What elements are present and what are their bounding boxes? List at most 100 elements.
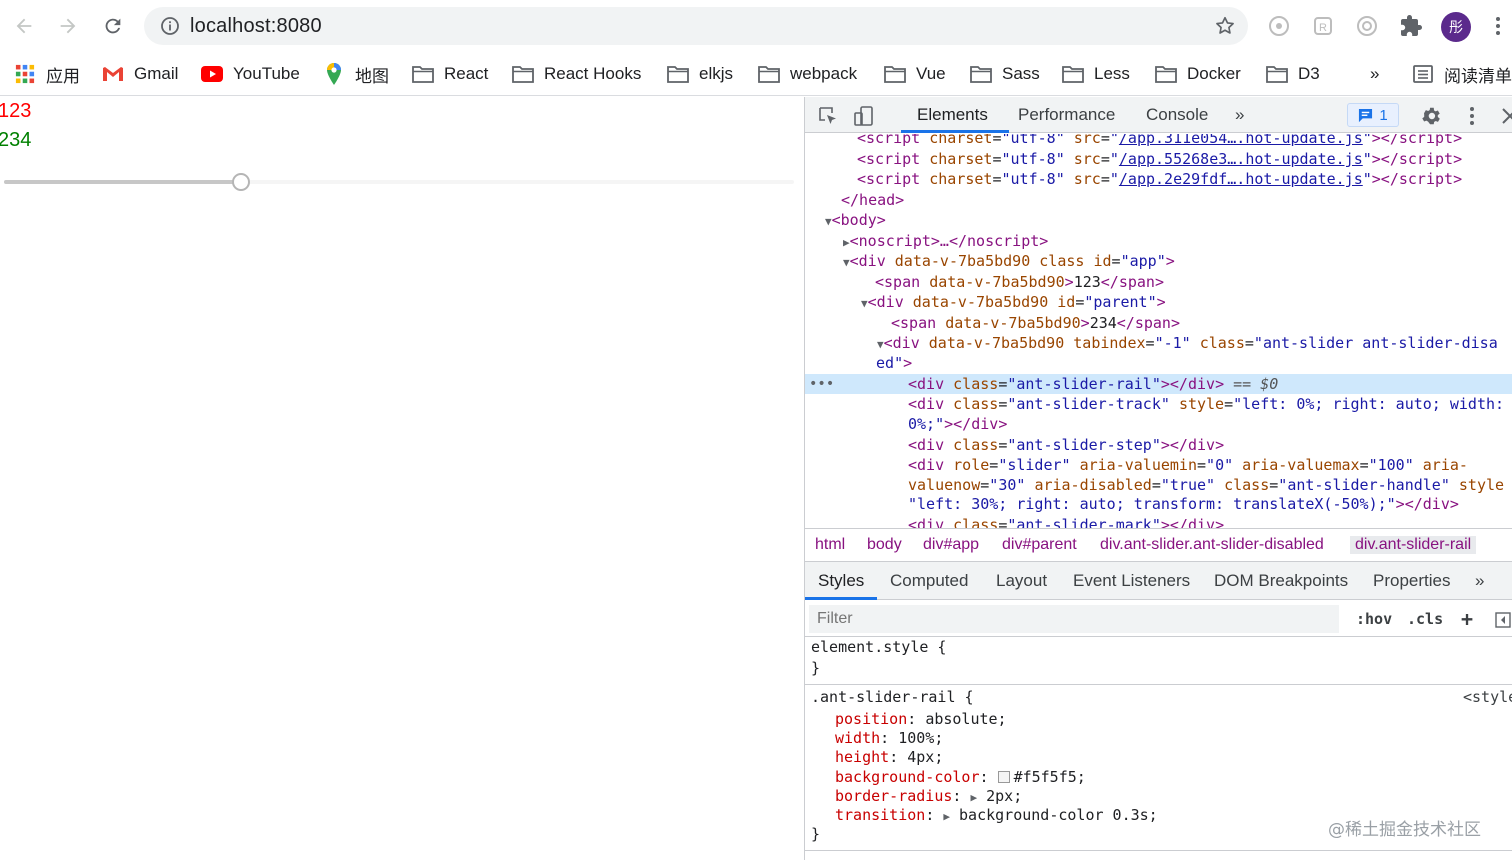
profile-avatar[interactable]: 彤: [1441, 12, 1471, 42]
dom-tree[interactable]: <script charset="utf-8" src="/app.311e05…: [805, 134, 1512, 528]
expand-triangle-icon[interactable]: ▼: [825, 215, 832, 228]
collapsed-triangle-icon[interactable]: ▶: [843, 236, 850, 249]
hover-state-toggle[interactable]: :hov: [1356, 610, 1392, 628]
ant-slider-disabled[interactable]: [4, 173, 794, 191]
rail-rule-selector[interactable]: .ant-slider-rail {: [811, 688, 974, 708]
dom-node-div-parent[interactable]: ▼<div data-v-7ba5bd90 id="parent">: [861, 292, 1512, 312]
dom-node-head-close[interactable]: </head>: [841, 190, 1512, 210]
slider-handle[interactable]: [232, 173, 250, 191]
tab-elements[interactable]: Elements: [917, 105, 988, 125]
dom-node-span-123[interactable]: <span data-v-7ba5bd90>123</span>: [875, 272, 1512, 292]
css-prop-height[interactable]: height: 4px;: [835, 748, 943, 768]
device-toolbar-icon[interactable]: [853, 105, 875, 127]
bookmark-folder-docker[interactable]: Docker: [1155, 60, 1241, 88]
bookmark-folder-webpack[interactable]: webpack: [758, 60, 857, 88]
bookmark-star-icon[interactable]: [1214, 15, 1236, 37]
reading-list-button[interactable]: 阅读清单: [1412, 60, 1512, 88]
tab-layout[interactable]: Layout: [996, 571, 1047, 591]
bookmark-folder-react[interactable]: React: [412, 60, 488, 88]
dom-node-script-3[interactable]: <script charset="utf-8" src="/app.2e29fd…: [857, 169, 1512, 189]
css-prop-transition[interactable]: transition: ▶ background-color 0.3s;: [835, 806, 1158, 827]
css-prop-border-radius[interactable]: border-radius: ▶ 2px;: [835, 787, 1022, 808]
script-src-link[interactable]: /app.2e29fdf….hot-update.js: [1119, 170, 1363, 188]
devtools-menu-icon[interactable]: [1461, 105, 1483, 127]
dom-node-script-1[interactable]: <script charset="utf-8" src="/app.311e05…: [857, 134, 1512, 148]
script-src-link[interactable]: /app.55268e3….hot-update.js: [1119, 150, 1363, 168]
rule-source-link[interactable]: <style: [1463, 688, 1512, 708]
breadcrumb-div-rail[interactable]: div.ant-slider-rail: [1350, 536, 1477, 554]
tab-performance[interactable]: Performance: [1018, 105, 1115, 125]
script-src-link[interactable]: /app.311e054….hot-update.js: [1119, 134, 1363, 147]
breadcrumb-div-app[interactable]: div#app: [923, 536, 979, 554]
more-tabs-button[interactable]: »: [1235, 105, 1244, 125]
bookmark-folder-less[interactable]: Less: [1062, 60, 1130, 88]
extension-3-icon[interactable]: [1354, 13, 1380, 39]
dom-node-track-wrap[interactable]: 0%;"></div>: [908, 414, 1512, 434]
css-prop-background-color[interactable]: background-color: #f5f5f5;: [835, 768, 1086, 788]
bookmark-folder-sass[interactable]: Sass: [970, 60, 1040, 88]
bookmark-maps[interactable]: 地图: [323, 60, 389, 88]
dom-node-noscript[interactable]: ▶<noscript>…</noscript>: [843, 231, 1512, 251]
bookmarks-overflow-button[interactable]: »: [1370, 60, 1379, 88]
tab-console[interactable]: Console: [1146, 105, 1208, 125]
expand-triangle-icon[interactable]: ▼: [861, 297, 868, 310]
color-swatch-icon[interactable]: [997, 771, 1010, 783]
dom-node-div-app[interactable]: ▼<div data-v-7ba5bd90 class id="app">: [843, 251, 1512, 271]
dom-node-div-slider-wrap[interactable]: ed">: [876, 353, 1512, 373]
tab-properties[interactable]: Properties: [1373, 571, 1450, 591]
dom-node-mark[interactable]: <div class="ant-slider-mark"></div>: [908, 515, 1512, 528]
expand-triangle-icon[interactable]: ▼: [877, 338, 884, 351]
dom-node-span-234[interactable]: <span data-v-7ba5bd90>234</span>: [891, 313, 1512, 333]
tab-event-listeners[interactable]: Event Listeners: [1073, 571, 1190, 591]
styles-more-tabs-button[interactable]: »: [1475, 571, 1484, 591]
dom-node-div-slider[interactable]: ▼<div data-v-7ba5bd90 tabindex="-1" clas…: [877, 333, 1512, 353]
reload-button[interactable]: [97, 10, 129, 42]
extensions-puzzle-icon[interactable]: [1398, 13, 1424, 39]
bookmark-folder-vue[interactable]: Vue: [884, 60, 946, 88]
css-prop-width[interactable]: width: 100%;: [835, 729, 943, 749]
tab-computed[interactable]: Computed: [890, 571, 968, 591]
tab-dom-breakpoints[interactable]: DOM Breakpoints: [1214, 571, 1348, 591]
expand-triangle-icon[interactable]: ▶: [943, 810, 950, 823]
breadcrumb-html[interactable]: html: [815, 536, 845, 554]
bookmark-youtube[interactable]: YouTube: [201, 60, 300, 88]
css-prop-position[interactable]: position: absolute;: [835, 710, 1007, 730]
address-bar[interactable]: localhost:8080: [144, 7, 1248, 45]
bookmark-apps[interactable]: 应用: [14, 60, 80, 88]
dom-node-step[interactable]: <div class="ant-slider-step"></div>: [908, 435, 1512, 455]
bookmark-gmail[interactable]: Gmail: [102, 60, 178, 88]
bookmark-folder-d3[interactable]: D3: [1266, 60, 1320, 88]
breadcrumb-div-slider[interactable]: div.ant-slider.ant-slider-disabled: [1100, 536, 1324, 554]
class-toggle[interactable]: .cls: [1407, 610, 1443, 628]
info-icon[interactable]: [160, 16, 180, 36]
dom-node-track[interactable]: <div class="ant-slider-track" style="lef…: [908, 394, 1512, 414]
element-style-selector[interactable]: element.style {: [811, 638, 946, 658]
dom-node-rail-selected[interactable]: ••• <div class="ant-slider-rail"></div> =…: [805, 374, 1512, 394]
inspect-element-icon[interactable]: [817, 105, 839, 127]
back-button[interactable]: [8, 10, 40, 42]
dom-node-handle-wrap-1[interactable]: valuenow="30" aria-disabled="true" class…: [908, 475, 1512, 495]
dom-node-handle[interactable]: <div role="slider" aria-valuemin="0" ari…: [908, 455, 1512, 475]
url-text[interactable]: localhost:8080: [190, 15, 322, 38]
styles-filter-input[interactable]: [809, 605, 1339, 633]
breadcrumb-body[interactable]: body: [867, 536, 902, 554]
extension-1-icon[interactable]: [1266, 13, 1292, 39]
forward-button[interactable]: [52, 10, 84, 42]
node-actions-icon[interactable]: •••: [809, 374, 834, 395]
dom-node-handle-wrap-2[interactable]: "left: 30%; right: auto; transform: tran…: [908, 494, 1512, 514]
breadcrumb-div-parent[interactable]: div#parent: [1002, 536, 1077, 554]
dom-node-body[interactable]: ▼<body>: [825, 210, 1512, 230]
close-devtools-icon[interactable]: [1499, 105, 1512, 127]
settings-gear-icon[interactable]: [1420, 105, 1442, 127]
tab-styles[interactable]: Styles: [818, 571, 864, 591]
issues-button[interactable]: 1: [1347, 103, 1399, 127]
toggle-sidebar-icon[interactable]: [1495, 612, 1511, 628]
expand-triangle-icon[interactable]: ▶: [970, 791, 977, 804]
extension-2-icon[interactable]: R: [1310, 13, 1336, 39]
bookmark-folder-elkjs[interactable]: elkjs: [667, 60, 733, 88]
bookmark-folder-react-hooks[interactable]: React Hooks: [512, 60, 641, 88]
browser-menu-icon[interactable]: [1490, 14, 1506, 38]
dom-node-script-2[interactable]: <script charset="utf-8" src="/app.55268e…: [857, 149, 1512, 169]
expand-triangle-icon[interactable]: ▼: [843, 256, 850, 269]
new-style-rule-button[interactable]: +: [1461, 607, 1473, 631]
